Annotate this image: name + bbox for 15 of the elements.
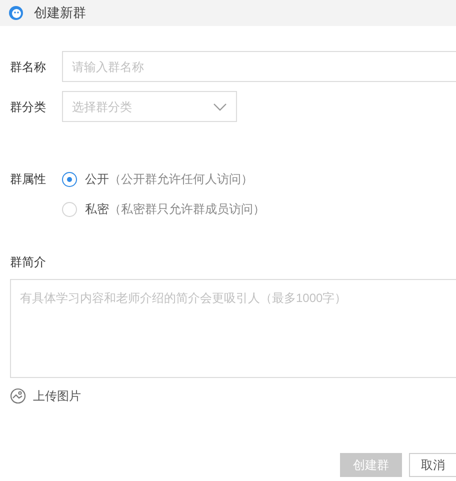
field-label: 群名称 — [10, 58, 47, 76]
field-label: 群分类 — [10, 98, 47, 116]
app-logo-icon — [8, 5, 24, 21]
intro-field[interactable]: 有具体学习内容和老师介绍的简介会更吸引人（最多1000字） — [10, 279, 456, 378]
image-icon — [10, 388, 26, 404]
cancel-button[interactable]: 取消 — [409, 453, 456, 477]
field-label: 群属性 — [10, 171, 47, 188]
radio-option[interactable]: 公开（公开群允许任何人访问） — [62, 169, 265, 189]
window-title: 创建新群 — [34, 4, 86, 22]
radio-button[interactable] — [62, 172, 77, 186]
field-label: 群简介 — [9, 254, 47, 271]
radio-option[interactable]: 私密（私密群只允许群成员访问） — [62, 199, 265, 219]
group-name-field[interactable]: 请输入群名称 — [62, 51, 456, 82]
chevron-down-icon — [213, 102, 227, 110]
upload-button[interactable]: 上传图片 — [10, 387, 81, 405]
